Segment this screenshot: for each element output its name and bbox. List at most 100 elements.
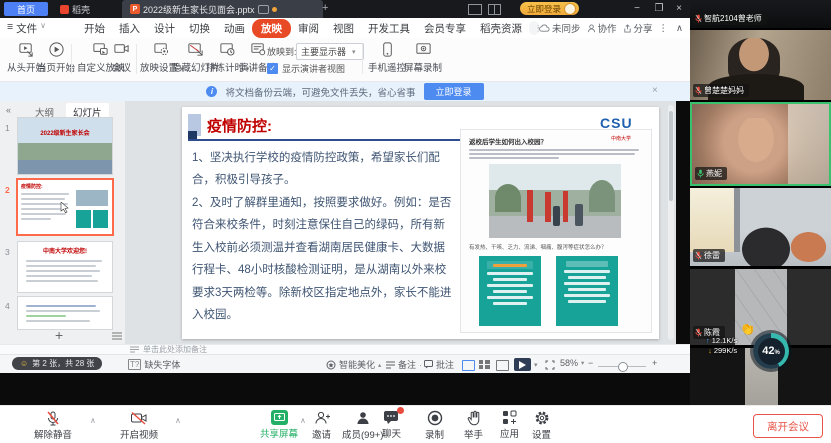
zoom-level[interactable]: 58%▾ [560, 358, 584, 368]
display-select[interactable]: 主要显示器▾ [296, 43, 364, 60]
menu-design[interactable]: 设计 [147, 19, 182, 38]
collaborate-button[interactable]: 协作 [587, 21, 617, 35]
meeting-button[interactable]: 会议 [112, 41, 131, 74]
slide-thumbnail-1[interactable]: 2022级新生家长会 [18, 118, 112, 174]
tab-docer[interactable]: 稻壳 [52, 0, 98, 18]
participant-video-2[interactable]: 曾楚楚妈妈 [690, 30, 831, 100]
menu-devtools[interactable]: 开发工具 [361, 19, 417, 38]
chat-button[interactable]: 聊天 [382, 410, 401, 440]
camera-off-icon [130, 410, 148, 426]
thumb-4-number: 4 [5, 301, 10, 311]
unmute-button[interactable]: 解除静音 [34, 410, 72, 441]
slideshow-play-button[interactable] [514, 358, 531, 371]
collapse-ribbon-button[interactable]: ∧ [676, 23, 683, 34]
screen-record-button[interactable]: 屏幕录制 [404, 41, 442, 74]
share-options-chevron[interactable]: ∧ [300, 416, 306, 425]
slide-scrollbar-track[interactable] [668, 105, 674, 340]
show-settings-icon [153, 41, 170, 58]
leave-meeting-button[interactable]: 离开会议 [753, 414, 823, 438]
command-search-input[interactable]: 查找命令、搜索模板 [529, 21, 539, 35]
add-slide-button[interactable]: + [55, 327, 63, 343]
phone-remote-button[interactable]: 手机遥控 [368, 41, 406, 74]
menu-slideshow[interactable]: 放映 [252, 19, 291, 38]
current-slide[interactable]: 疫情防控: CSU 1、坚决执行学校的疫情防控政策，希望家长们配合，积极引导孩子… [182, 107, 659, 339]
members-button[interactable]: 成员(99+) [342, 410, 383, 441]
play-dropdown-icon[interactable]: ▾ [534, 361, 538, 369]
normal-view-icon[interactable] [462, 360, 475, 371]
meeting-icon [113, 41, 130, 58]
slide-thumbnail-4[interactable] [18, 297, 112, 329]
invite-button[interactable]: 邀请 [312, 410, 331, 441]
presenter-view-checkbox[interactable]: ✓ 显示演讲者视图 [267, 62, 345, 75]
notes-toggle-button[interactable]: 备注· [386, 358, 422, 371]
tab-home[interactable]: 首页 [4, 2, 48, 16]
start-video-button[interactable]: 开启视频 [120, 410, 158, 441]
minimize-button[interactable]: − [628, 3, 646, 14]
menu-member[interactable]: 会员专享 [417, 19, 473, 38]
sync-status[interactable]: 未同步 [539, 21, 581, 35]
layout-grid-icon[interactable] [488, 4, 501, 15]
network-stats: ↑12.1K/s ↓299K/s [706, 336, 737, 355]
tab-document[interactable]: P 2022级新生家长见面会.pptx [122, 0, 323, 18]
slide-scrollbar-thumb[interactable] [669, 111, 673, 201]
menu-view[interactable]: 视图 [326, 19, 361, 38]
settings-button[interactable]: 设置 [532, 410, 551, 441]
wps-titlebar: 首页 稻壳 P 2022级新生家长见面会.pptx + 立即登录 − ❐ × [0, 0, 690, 18]
smart-beautify-button[interactable]: 智能美化▴ [326, 358, 381, 371]
beautify-icon [326, 360, 336, 370]
participant-video-3-speaking[interactable]: 燕妮 [690, 102, 831, 186]
notes-icon [130, 346, 139, 353]
participant-video-1[interactable]: 智航2104曾老师 [690, 0, 831, 28]
missing-font-warning[interactable]: T? 缺失字体 [128, 358, 180, 371]
inset-question-2: 有发热、干咳、乏力、流涕、咽痛、腹泻等症状怎么办？ [469, 243, 647, 251]
play-from-current-button[interactable]: 当页开始 [37, 41, 75, 74]
slide-thumbnails-panel: « 大纲 幻灯片 1 2022级新生家长会 2 疫情防控: 3 中南大学欢迎您!… [0, 101, 125, 344]
panel-menu-icon[interactable] [112, 332, 122, 340]
slide-sorter-view-icon[interactable] [479, 360, 490, 369]
menu-transition[interactable]: 切换 [182, 19, 217, 38]
participant-label: 曾楚楚妈妈 [693, 84, 749, 97]
slide-thumbnail-3[interactable]: 中南大学欢迎您! [18, 242, 112, 292]
participant-video-4[interactable]: 徐雷 [690, 188, 831, 266]
collapse-panel-button[interactable]: « [6, 105, 11, 115]
mic-options-chevron[interactable]: ∧ [90, 416, 96, 425]
new-tab-button[interactable]: + [322, 2, 328, 14]
participants-sidebar: 智航2104曾老师 曾楚楚妈妈 燕妮 [690, 0, 831, 405]
restore-button[interactable]: ❐ [650, 3, 668, 14]
apps-button[interactable]: 应用 [500, 410, 519, 440]
split-view-icon[interactable] [468, 4, 482, 15]
menu-animation[interactable]: 动画 [217, 19, 252, 38]
slide-body-text: 1、坚决执行学校的疫情防控政策，希望家长们配合，积极引导孩子。 2、及时了解群里… [192, 147, 454, 326]
annotate-button[interactable]: 批注 [424, 358, 454, 371]
inset-poster-right [556, 256, 618, 326]
login-button[interactable]: 立即登录 [520, 2, 579, 15]
ppt-file-icon: P [130, 4, 140, 14]
record-button[interactable]: 录制 [425, 410, 444, 441]
zoom-out-button[interactable]: − [588, 358, 593, 368]
more-button[interactable]: ⋮ [659, 23, 669, 34]
share-screen-button[interactable]: 共享屏幕 [260, 410, 298, 440]
slide-thumbnail-2-selected[interactable]: 疫情防控: [18, 180, 112, 234]
raise-hand-button[interactable]: 举手 [464, 410, 483, 441]
menu-review[interactable]: 审阅 [291, 19, 326, 38]
share-button[interactable]: 分享 [623, 21, 653, 35]
thumb-3-number: 3 [5, 247, 10, 257]
menu-start[interactable]: 开始 [77, 19, 112, 38]
fit-window-icon[interactable] [545, 360, 555, 370]
menu-docer-res[interactable]: 稻壳资源 [473, 19, 529, 38]
file-menu[interactable]: ≡ 文件 ∨ [0, 19, 53, 38]
participant-video-5[interactable]: 陈霞 [690, 269, 831, 345]
zoom-slider-knob[interactable] [618, 362, 628, 372]
inset-university-logo: 中南大学 [611, 135, 631, 142]
bright-window [690, 188, 734, 252]
menu-insert[interactable]: 插入 [112, 19, 147, 38]
video-options-chevron[interactable]: ∧ [175, 416, 181, 425]
share-screen-icon [271, 410, 288, 425]
zoom-in-button[interactable]: + [652, 358, 657, 368]
notes-bar[interactable]: 单击此处添加备注 [0, 344, 690, 354]
close-button[interactable]: × [670, 3, 688, 14]
wps-statusbar: ☺ 第 2 张，共 28 张 T? 缺失字体 智能美化▴ 备注· 批注 ▾ 58… [0, 354, 690, 373]
notice-login-button[interactable]: 立即登录 [424, 83, 484, 100]
reading-view-icon[interactable] [496, 360, 509, 371]
notice-close-icon[interactable]: × [652, 85, 658, 96]
